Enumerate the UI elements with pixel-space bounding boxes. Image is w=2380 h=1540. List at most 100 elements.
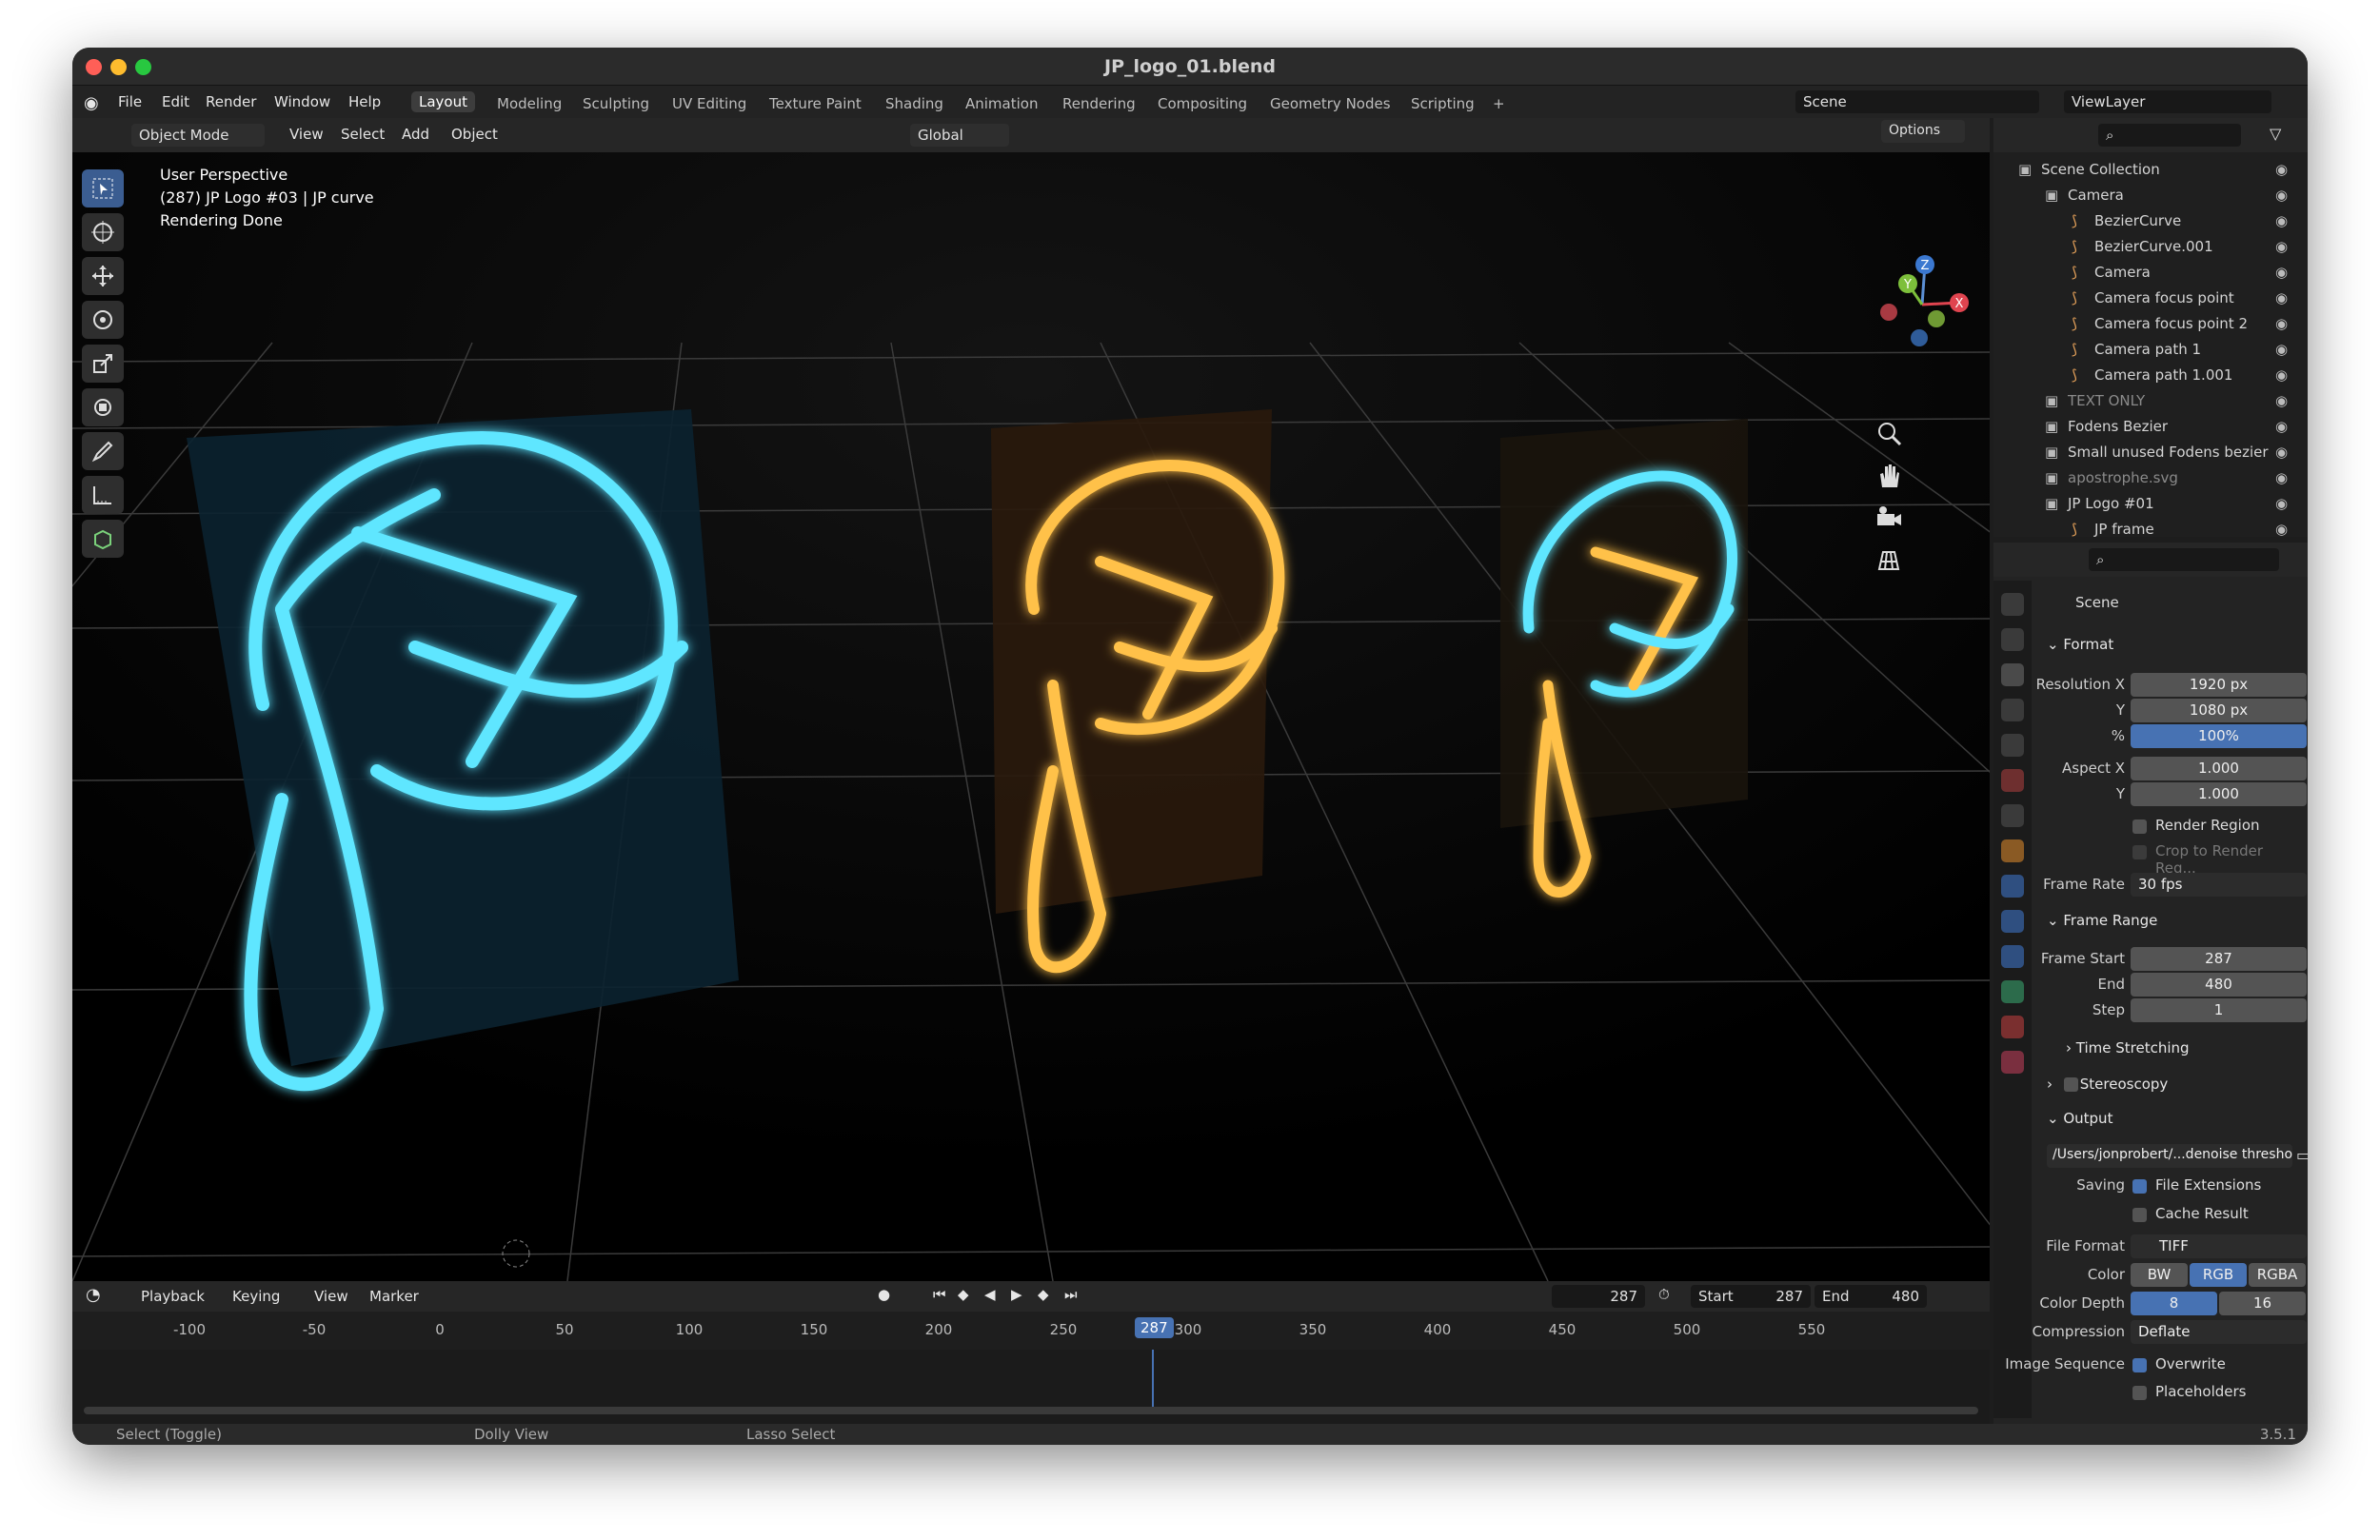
outliner-row[interactable]: ⟆ JP frame ◉ (1993, 518, 2308, 543)
prev-keyframe-icon[interactable]: ◆ (958, 1286, 969, 1303)
timeline-track-area[interactable] (72, 1350, 1990, 1424)
stereoscopy-checkbox[interactable] (2064, 1077, 2078, 1092)
outliner-row[interactable]: ▣ Small unused Fodens bezier ◉ (1993, 441, 2308, 466)
zoom-icon[interactable] (1874, 419, 1908, 453)
view-layer-selector[interactable]: ViewLayer (2064, 90, 2271, 113)
resolution-percent-field[interactable]: 100% (2131, 724, 2307, 748)
tool-tab-icon[interactable] (2001, 593, 2024, 616)
visibility-eye-icon[interactable]: ◉ (2275, 366, 2288, 384)
aspect-x-field[interactable]: 1.000 (2131, 757, 2307, 780)
object-tab-icon[interactable] (2001, 839, 2024, 862)
outliner-row[interactable]: ▣ apostrophe.svg ◉ (1993, 466, 2308, 492)
output-path-field[interactable]: /Users/jonprobert/...denoise threshold/ (2047, 1144, 2292, 1168)
tab-scripting[interactable]: Scripting (1411, 95, 1475, 112)
outliner-row[interactable]: ⟆ Camera focus point 2 ◉ (1993, 312, 2308, 338)
tab-geometry-nodes[interactable]: Geometry Nodes (1270, 95, 1391, 112)
render-tab-icon[interactable] (2001, 628, 2024, 651)
measure-tool[interactable] (82, 476, 124, 514)
menu-select[interactable]: Select (341, 126, 385, 143)
menu-marker[interactable]: Marker (369, 1288, 419, 1305)
time-stretching-subpanel[interactable]: › Time Stretching (2066, 1039, 2190, 1056)
properties-search-input[interactable]: ⌕ (2089, 548, 2279, 571)
playhead-label[interactable]: 287 (1135, 1317, 1174, 1338)
outliner-row[interactable]: ⟆ BezierCurve ◉ (1993, 209, 2308, 235)
visibility-eye-icon[interactable]: ◉ (2275, 161, 2288, 178)
visibility-eye-icon[interactable]: ◉ (2275, 187, 2288, 204)
folder-icon[interactable]: ▭ (2296, 1146, 2308, 1164)
ortho-grid-icon[interactable] (1874, 544, 1908, 579)
frame-range-panel-header[interactable]: ⌄ Frame Range (2047, 912, 2157, 929)
select-tool[interactable] (82, 169, 124, 207)
overwrite-checkbox[interactable] (2132, 1358, 2147, 1372)
menu-render[interactable]: Render (206, 93, 256, 110)
orientation-dropdown[interactable]: Global (910, 124, 1009, 147)
tab-animation[interactable]: Animation (965, 95, 1038, 112)
add-workspace-button[interactable]: + (1493, 95, 1505, 112)
tab-texture-paint[interactable]: Texture Paint (769, 95, 862, 112)
tab-compositing[interactable]: Compositing (1158, 95, 1247, 112)
menu-timeline-view[interactable]: View (314, 1288, 348, 1305)
tab-layout[interactable]: Layout (411, 91, 475, 112)
scale-tool[interactable] (82, 345, 124, 383)
options-dropdown[interactable]: Options (1881, 120, 1965, 143)
start-frame-field[interactable]: Start 287 (1691, 1285, 1811, 1308)
file-extensions-checkbox[interactable] (2132, 1179, 2147, 1194)
visibility-eye-icon[interactable]: ◉ (2275, 469, 2288, 486)
visibility-eye-icon[interactable]: ◉ (2275, 212, 2288, 229)
timeline-scrollbar[interactable] (84, 1407, 1978, 1414)
menu-keying[interactable]: Keying (232, 1288, 280, 1305)
current-frame-field[interactable]: 287 (1552, 1285, 1645, 1308)
transform-tool[interactable] (82, 388, 124, 426)
visibility-eye-icon[interactable]: ◉ (2275, 392, 2288, 409)
outliner-search-input[interactable]: ⌕ (2098, 124, 2241, 147)
scene-selector[interactable]: Scene (1795, 90, 2039, 113)
jump-end-icon[interactable]: ⏭ (1064, 1286, 1078, 1303)
blender-logo-icon[interactable]: ◉ (84, 93, 99, 113)
jump-start-icon[interactable]: ⏮ (933, 1286, 946, 1303)
menu-window[interactable]: Window (274, 93, 330, 110)
visibility-eye-icon[interactable]: ◉ (2275, 341, 2288, 358)
cache-result-checkbox[interactable] (2132, 1208, 2147, 1222)
resolution-x-field[interactable]: 1920 px (2131, 673, 2307, 697)
camera-view-icon[interactable] (1874, 503, 1908, 537)
outliner-row[interactable]: ⟆ Camera ◉ (1993, 261, 2308, 286)
visibility-eye-icon[interactable]: ◉ (2275, 289, 2288, 306)
outliner-row[interactable]: ▣ TEXT ONLY ◉ (1993, 389, 2308, 415)
frame-end-field[interactable]: 480 (2131, 973, 2307, 997)
outliner-row[interactable]: ⟆ Camera path 1.001 ◉ (1993, 364, 2308, 389)
file-format-dropdown[interactable]: TIFF (2131, 1234, 2307, 1258)
cursor-tool[interactable] (82, 213, 124, 251)
menu-playback[interactable]: Playback (141, 1288, 205, 1305)
end-frame-field[interactable]: End 480 (1815, 1285, 1927, 1308)
resolution-y-field[interactable]: 1080 px (2131, 699, 2307, 722)
frame-ruler[interactable]: -100 -50 0 50 100 150 200 250 300 350 40… (72, 1312, 1990, 1350)
visibility-eye-icon[interactable]: ◉ (2275, 238, 2288, 255)
pan-hand-icon[interactable] (1874, 461, 1908, 495)
depth-8-option[interactable]: 8 (2131, 1292, 2217, 1315)
placeholders-checkbox[interactable] (2132, 1386, 2147, 1400)
outliner-row[interactable]: ⟆ BezierCurve.001 ◉ (1993, 235, 2308, 261)
texture-tab-icon[interactable] (2001, 1051, 2024, 1074)
annotate-tool[interactable] (82, 432, 124, 470)
output-panel-header[interactable]: ⌄ Output (2047, 1110, 2112, 1127)
color-bw-option[interactable]: BW (2131, 1263, 2188, 1287)
rotate-tool[interactable] (82, 301, 124, 339)
editor-type-icon[interactable]: ◔ (86, 1285, 101, 1305)
menu-file[interactable]: File (118, 93, 142, 110)
visibility-eye-icon[interactable]: ◉ (2275, 444, 2288, 461)
outliner-row[interactable]: ▣ Scene Collection ◉ (1993, 158, 2308, 184)
play-reverse-icon[interactable]: ◀ (984, 1286, 996, 1303)
move-tool[interactable] (82, 257, 124, 295)
outliner-row[interactable]: ⟆ Camera focus point ◉ (1993, 286, 2308, 312)
frame-step-field[interactable]: 1 (2131, 998, 2307, 1022)
menu-edit[interactable]: Edit (162, 93, 189, 110)
aspect-y-field[interactable]: 1.000 (2131, 782, 2307, 806)
tab-shading[interactable]: Shading (885, 95, 943, 112)
format-panel-header[interactable]: ⌄ Format (2047, 636, 2113, 653)
record-icon[interactable]: ● (878, 1286, 890, 1303)
menu-object[interactable]: Object (451, 126, 498, 143)
material-tab-icon[interactable] (2001, 1016, 2024, 1038)
color-rgb-option[interactable]: RGB (2190, 1263, 2247, 1287)
outliner-row[interactable]: ⟆ Camera path 1 ◉ (1993, 338, 2308, 364)
menu-add[interactable]: Add (402, 126, 429, 143)
